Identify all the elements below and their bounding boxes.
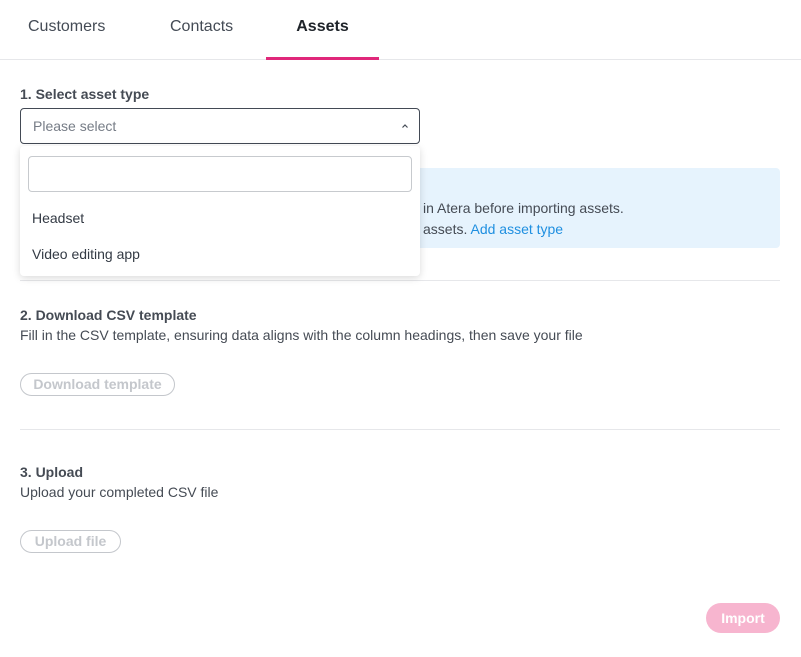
step1-title: 1. Select asset type: [20, 86, 150, 102]
tab-assets[interactable]: Assets: [266, 0, 379, 60]
step3-title: 3. Upload: [20, 464, 84, 480]
asset-type-select[interactable]: Please select: [20, 108, 420, 144]
tab-bar: Customers Contacts Assets: [0, 0, 801, 60]
tab-customers[interactable]: Customers: [28, 0, 105, 60]
download-template-button[interactable]: Download template: [20, 373, 175, 396]
dropdown-option-headset[interactable]: Headset: [20, 201, 420, 235]
dropdown-option-video-editing-app[interactable]: Video editing app: [20, 237, 420, 271]
divider: [20, 429, 780, 430]
import-button[interactable]: Import: [706, 603, 780, 633]
info-banner: in Atera before importing assets. assets…: [420, 168, 780, 248]
divider: [20, 280, 780, 281]
add-asset-type-link[interactable]: Add asset type: [470, 221, 563, 237]
chevron-up-icon: [402, 124, 408, 128]
info-text-line2-text: assets.: [423, 221, 468, 237]
tab-contacts[interactable]: Contacts: [170, 0, 233, 60]
step2-title: 2. Download CSV template: [20, 307, 197, 323]
dropdown-search-input[interactable]: [28, 156, 412, 192]
upload-file-button[interactable]: Upload file: [20, 530, 121, 553]
asset-type-select-placeholder: Please select: [33, 118, 117, 134]
info-text-line1: in Atera before importing assets.: [423, 200, 624, 216]
step2-description: Fill in the CSV template, ensuring data …: [20, 327, 583, 343]
asset-type-dropdown: Headset Video editing app: [20, 146, 420, 276]
info-text-line2: assets. Add asset type: [423, 221, 563, 237]
step3-description: Upload your completed CSV file: [20, 484, 219, 500]
